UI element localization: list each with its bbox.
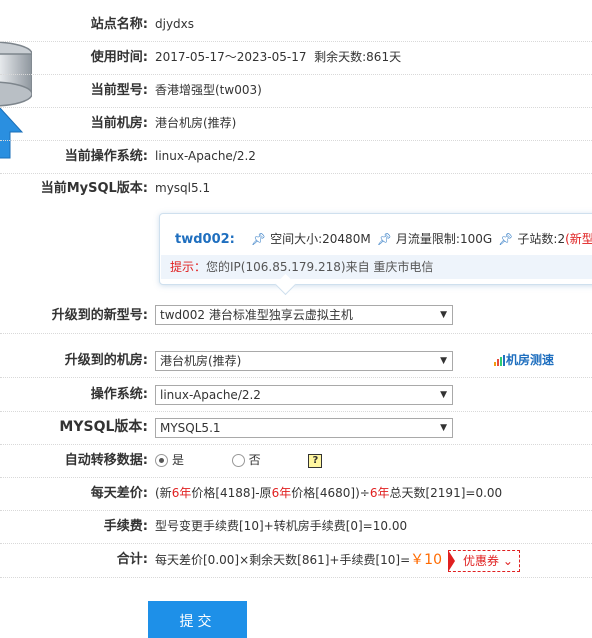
submit-button[interactable]: 提交 <box>148 601 247 638</box>
tooltip-new-model-tag: (新型号) <box>565 232 592 246</box>
usage-date-range: 2017-05-17～2023-05-17 <box>155 50 307 64</box>
row-os: 操作系统: linux-Apache/2.2 ▼ <box>0 378 592 412</box>
upgrade-model-selected: twd002 港台标准型独享云虚拟主机 <box>160 308 353 322</box>
auto-transfer-yes-label: 是 <box>172 453 185 467</box>
room-speed-test-label: 机房测速 <box>506 353 555 367</box>
os-select[interactable]: linux-Apache/2.2 ▼ <box>155 385 453 405</box>
upgrade-room-selected: 港台机房(推荐) <box>160 354 242 368</box>
auto-transfer-no-label: 否 <box>248 453 261 467</box>
upgrade-room-label: 升级到的机房: <box>64 353 148 368</box>
auto-transfer-label: 自动转移数据: <box>64 453 148 468</box>
dropdown-arrow-icon: ▼ <box>440 423 447 433</box>
row-current-model: 当前型号: 香港增强型(tw003) <box>0 74 592 108</box>
site-name-value: djydxs <box>155 17 195 31</box>
radio-no[interactable] <box>231 454 245 467</box>
row-usage-period: 使用时间: 2017-05-17～2023-05-17 剩余天数:861天 <box>0 41 592 75</box>
mysql-selected: MYSQL5.1 <box>160 421 221 435</box>
daily-diff-years-old: 6年 <box>271 486 292 500</box>
os-label: 操作系统: <box>90 387 148 402</box>
row-upgrade-room: 升级到的机房: 港台机房(推荐) ▼ 机房测速 <box>0 344 592 378</box>
auto-transfer-yes[interactable]: 是 <box>155 453 184 467</box>
upgrade-model-select[interactable]: twd002 港台标准型独享云虚拟主机 ▼ <box>155 305 453 325</box>
daily-diff-part: 价格[4680])÷ <box>291 486 370 500</box>
mysql-select[interactable]: MYSQL5.1 ▼ <box>155 418 453 438</box>
coupon-label: 优惠券 <box>462 553 499 568</box>
auto-transfer-options: 是 否 ? <box>155 444 323 477</box>
coupon-dropdown[interactable]: 优惠券 ⌄ <box>447 549 520 572</box>
total-label: 合计: <box>116 552 148 567</box>
ip-location-hint: 提示：您的IP(106.85.179.218)来自 重庆市电信 <box>161 255 592 279</box>
pin-icon: 📌︎ <box>250 232 267 246</box>
radio-yes[interactable] <box>155 454 168 467</box>
usage-period-label: 使用时间: <box>90 50 148 65</box>
daily-diff-part: 总天数[2191]=0.00 <box>389 486 503 500</box>
current-room-label: 当前机房: <box>90 116 148 131</box>
current-mysql-value: mysql5.1 <box>155 181 211 195</box>
site-name-label: 站点名称: <box>90 17 148 32</box>
row-mysql: MYSQL版本: MYSQL5.1 ▼ <box>0 411 592 445</box>
row-current-room: 当前机房: 港台机房(推荐) <box>0 107 592 141</box>
fee-value: 型号变更手续费[10]+转机房手续费[0]=10.00 <box>155 519 408 533</box>
tooltip-subsite-count: 子站数:2 <box>517 232 566 246</box>
tooltip-model-name: twd002: <box>175 232 235 247</box>
dropdown-arrow-icon: ▼ <box>440 390 447 400</box>
model-info-header: twd002: 📌︎ 空间大小:20480M 📌︎ 月流量限制:100G 📌︎ 子站数:2(… <box>175 230 592 247</box>
daily-diff-part: 价格[4188]-原 <box>191 486 272 500</box>
daily-diff-part: (新 <box>155 486 172 500</box>
tooltip-space-size: 空间大小:20480M <box>270 232 371 246</box>
daily-diff-value: (新6年价格[4188]-原6年价格[4680])÷6年总天数[2191]=0.… <box>155 477 502 510</box>
row-auto-transfer: 自动转移数据: 是 否 ? <box>0 444 592 478</box>
coupon-flag-icon <box>447 549 455 572</box>
chevron-down-icon: ⌄ <box>502 553 513 568</box>
upgrade-form-page: 站点名称: djydxs 使用时间: 2017-05-17～2023-05-17… <box>0 0 592 638</box>
row-current-mysql: 当前MySQL版本: mysql5.1 <box>0 172 592 205</box>
daily-diff-years-new: 6年 <box>171 486 192 500</box>
total-price: ￥10 <box>410 552 442 568</box>
auto-transfer-no[interactable]: 否 <box>231 453 261 467</box>
current-mysql-label: 当前MySQL版本: <box>40 181 148 196</box>
row-daily-diff: 每天差价: (新6年价格[4188]-原6年价格[4680])÷6年总天数[21… <box>0 477 592 511</box>
usage-remaining-days: 剩余天数:861天 <box>314 50 402 64</box>
dropdown-arrow-icon: ▼ <box>440 310 447 320</box>
tooltip-traffic-limit: 月流量限制:100G <box>395 232 493 246</box>
row-site-name: 站点名称: djydxs <box>0 8 592 42</box>
usage-period-value: 2017-05-17～2023-05-17 剩余天数:861天 <box>155 41 401 74</box>
hint-label: 提示： <box>170 260 207 274</box>
current-model-label: 当前型号: <box>90 83 148 98</box>
hint-text: 您的IP(106.85.179.218)来自 重庆市电信 <box>206 260 434 274</box>
mysql-label: MYSQL版本: <box>59 419 148 435</box>
current-os-label: 当前操作系统: <box>64 149 148 164</box>
dropdown-arrow-icon: ▼ <box>440 356 447 366</box>
room-speed-test-link[interactable]: 机房测速 <box>494 344 554 377</box>
help-icon[interactable]: ? <box>308 453 323 468</box>
current-room-value: 港台机房(推荐) <box>155 116 237 130</box>
daily-diff-years-total: 6年 <box>369 486 390 500</box>
row-current-os: 当前操作系统: linux-Apache/2.2 <box>0 140 592 174</box>
row-upgrade-model: 升级到的新型号: twd002 港台标准型独享云虚拟主机 ▼ <box>0 299 592 334</box>
current-model-value: 香港增强型(tw003) <box>155 83 262 97</box>
upgrade-room-select[interactable]: 港台机房(推荐) ▼ <box>155 351 453 371</box>
daily-diff-label: 每天差价: <box>90 486 148 501</box>
model-info-tooltip: twd002: 📌︎ 空间大小:20480M 📌︎ 月流量限制:100G 📌︎ 子站数:2(… <box>159 213 592 296</box>
total-value: 每天差价[0.00]×剩余天数[861]+手续费[10]=￥10 优惠券 ⌄ <box>155 543 520 577</box>
os-selected: linux-Apache/2.2 <box>160 388 261 402</box>
upgrade-model-label: 升级到的新型号: <box>51 308 148 323</box>
total-formula: 每天差价[0.00]×剩余天数[861]+手续费[10]= <box>155 553 411 567</box>
current-os-value: linux-Apache/2.2 <box>155 149 256 163</box>
fee-label: 手续费: <box>103 519 148 534</box>
pin-icon: 📌︎ <box>376 232 392 246</box>
signal-bars-icon <box>494 355 505 366</box>
row-fee: 手续费: 型号变更手续费[10]+转机房手续费[0]=10.00 <box>0 510 592 544</box>
row-total: 合计: 每天差价[0.00]×剩余天数[861]+手续费[10]=￥10 优惠券 … <box>0 543 592 578</box>
pin-icon: 📌︎ <box>498 232 514 246</box>
